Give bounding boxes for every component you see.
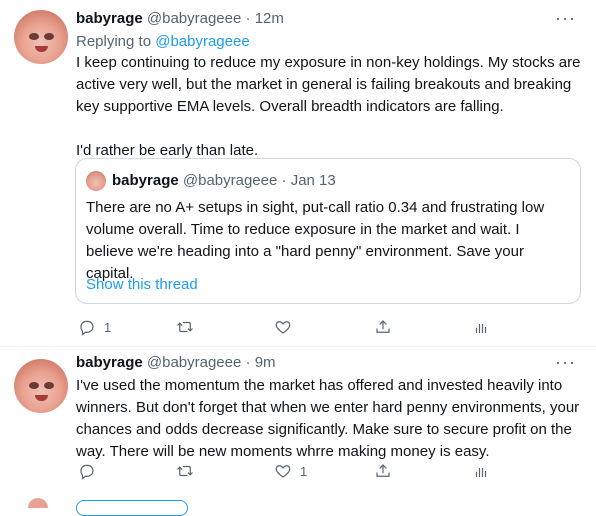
like-button[interactable]	[274, 316, 292, 338]
tweet[interactable]: babyrage @babyrageee · 12m ··· Replying …	[0, 0, 596, 347]
analytics-button[interactable]	[472, 316, 490, 338]
quoted-tweet[interactable]: babyrage @babyrageee · Jan 13 There are …	[75, 158, 581, 304]
analytics-button[interactable]	[472, 460, 490, 482]
like-button[interactable]: 1	[274, 460, 307, 482]
next-tweet-button[interactable]	[76, 500, 188, 516]
replying-to-label: Replying to	[76, 33, 152, 50]
tweet-actions: 1	[74, 316, 504, 340]
share-button[interactable]	[374, 316, 392, 338]
show-thread-link[interactable]: Show this thread	[86, 276, 198, 293]
quoted-avatar	[86, 171, 106, 191]
quoted-author-handle: @babyrageee	[182, 172, 278, 189]
reply-icon	[80, 320, 94, 336]
retweet-icon	[177, 321, 193, 333]
quoted-header: babyrage @babyrageee · Jan 13	[112, 171, 336, 191]
tweet[interactable]: babyrage @babyrageee · 9m ··· I've used …	[0, 347, 596, 504]
timestamp[interactable]: 12m	[255, 10, 284, 27]
quoted-text: There are no A+ setups in sight, put-cal…	[86, 199, 545, 282]
retweet-button[interactable]	[176, 460, 194, 482]
author-handle[interactable]: @babyrageee	[147, 354, 241, 371]
avatar[interactable]	[14, 359, 68, 413]
author-name[interactable]: babyrage	[76, 354, 143, 371]
replying-to-handle[interactable]: @babyrageee	[155, 33, 249, 50]
tweet-header: babyrage @babyrageee · 9m	[76, 353, 276, 373]
retweet-icon	[177, 465, 193, 477]
analytics-icon	[475, 324, 487, 333]
share-button[interactable]	[374, 460, 392, 482]
author-handle[interactable]: @babyrageee	[147, 10, 241, 27]
more-options-icon[interactable]: ···	[555, 352, 576, 373]
tweet-text: I've used the momentum the market has of…	[76, 377, 580, 460]
reply-icon	[80, 464, 94, 480]
avatar[interactable]	[14, 10, 68, 64]
like-count: 1	[300, 463, 308, 479]
retweet-button[interactable]	[176, 316, 194, 338]
replying-to: Replying to @babyrageee	[76, 33, 250, 50]
separator: ·	[281, 172, 287, 189]
heart-icon	[275, 321, 291, 334]
reply-button[interactable]: 1	[78, 316, 111, 338]
heart-icon	[275, 465, 291, 478]
reply-button[interactable]	[78, 460, 96, 482]
separator: ·	[245, 354, 251, 371]
quoted-author-name: babyrage	[112, 172, 179, 189]
quoted-date: Jan 13	[290, 172, 336, 189]
analytics-icon	[475, 468, 487, 477]
author-name[interactable]: babyrage	[76, 10, 143, 27]
tweet-text: I keep continuing to reduce my exposure …	[76, 54, 581, 159]
tweet-actions: 1	[74, 460, 504, 484]
timestamp[interactable]: 9m	[255, 354, 276, 371]
reply-count: 1	[104, 319, 112, 335]
separator: ·	[245, 10, 251, 27]
share-icon	[376, 320, 390, 333]
more-options-icon[interactable]: ···	[555, 8, 576, 29]
share-icon	[376, 464, 390, 477]
tweet-header: babyrage @babyrageee · 12m	[76, 9, 284, 29]
